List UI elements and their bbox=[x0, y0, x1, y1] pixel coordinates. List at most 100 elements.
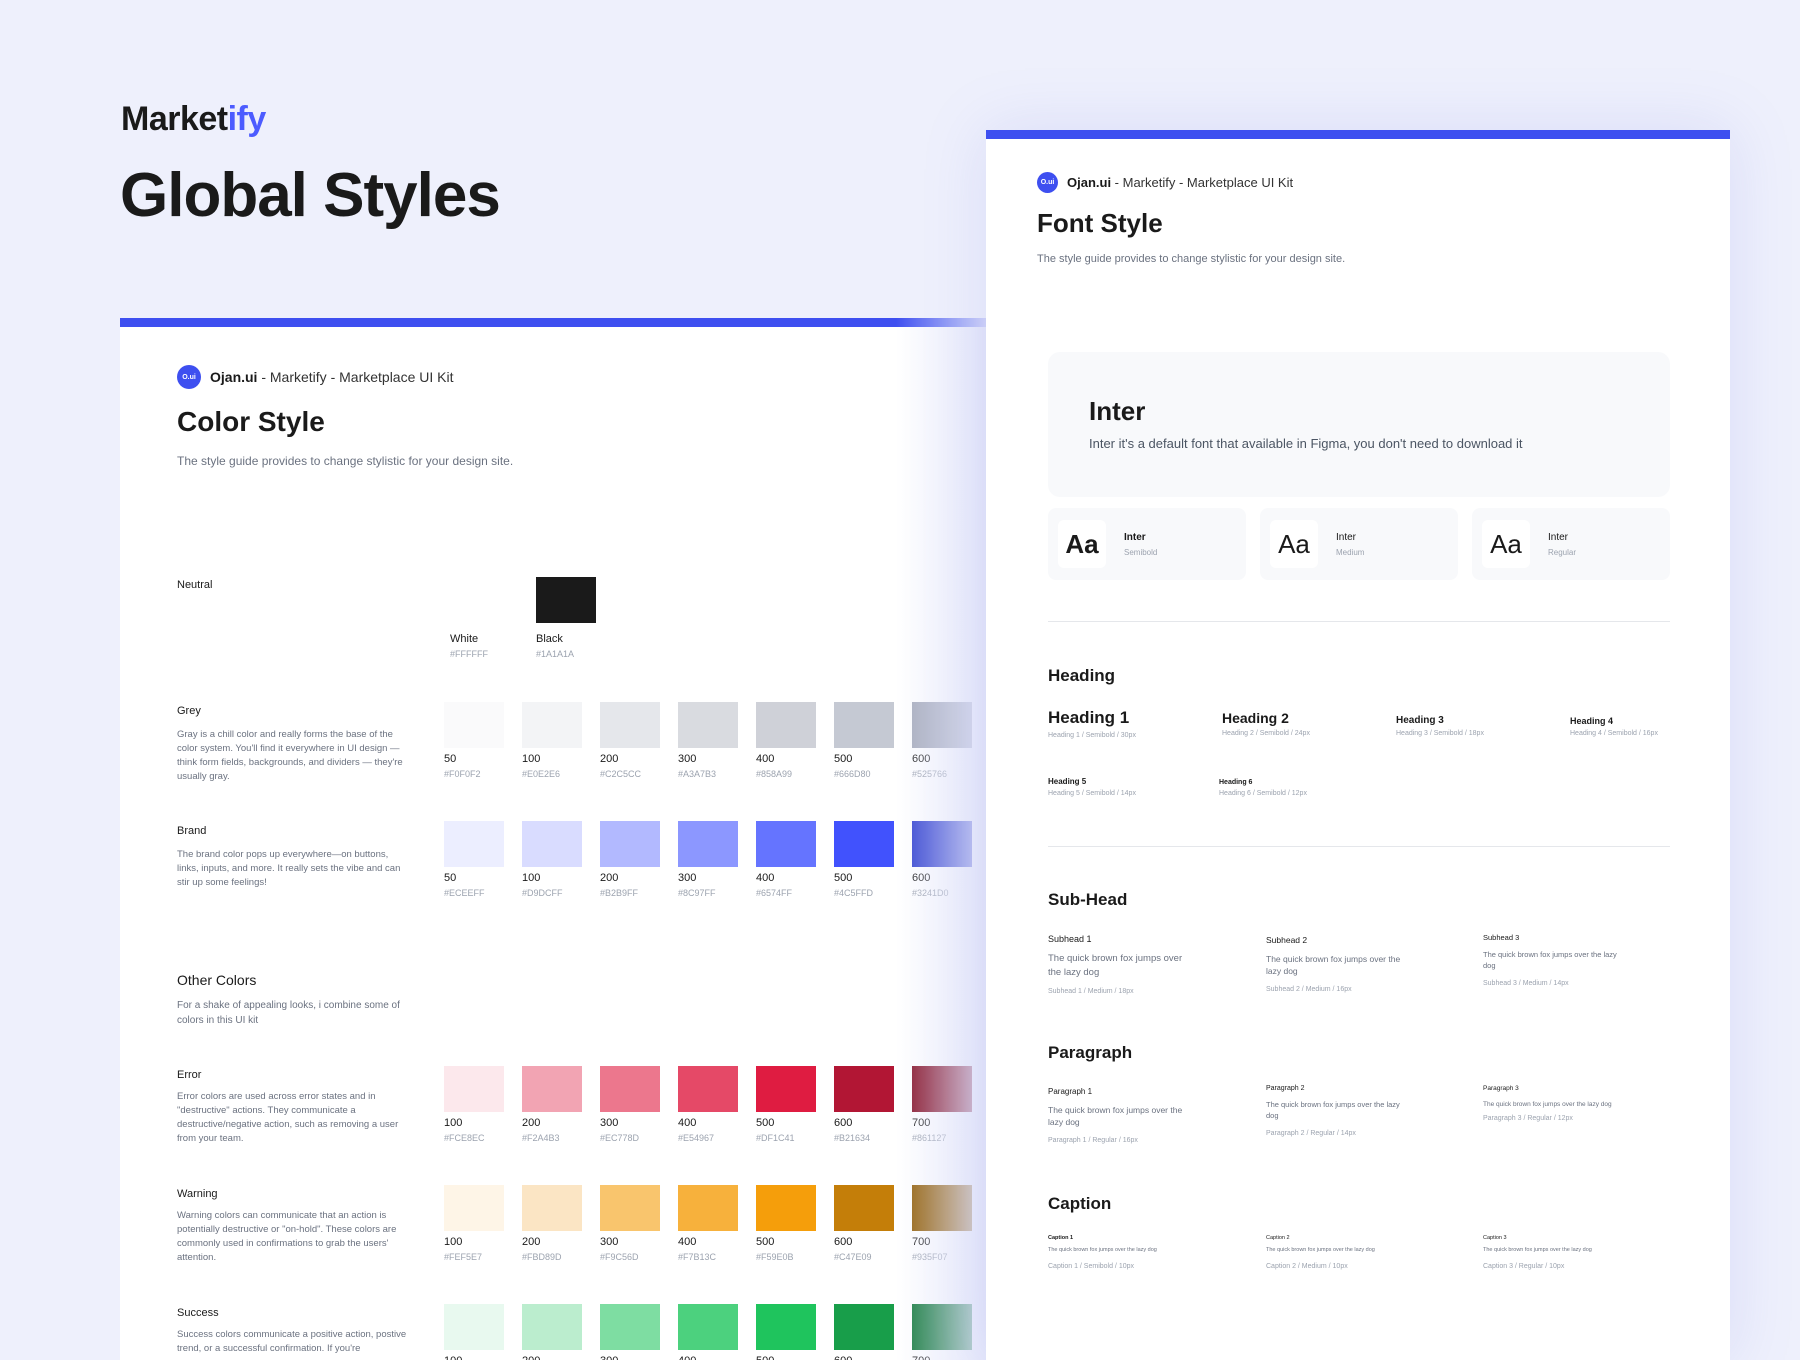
swatch[interactable]: 400 bbox=[678, 1304, 738, 1360]
paragraph-label: Paragraph 2 bbox=[1266, 1085, 1305, 1092]
swatch-chip bbox=[600, 1066, 660, 1112]
kit-header: O.ui Ojan.ui - Marketify - Marketplace U… bbox=[1037, 172, 1293, 193]
swatch-step: 500 bbox=[834, 872, 853, 884]
swatch[interactable]: 500 #4C5FFD bbox=[834, 821, 894, 898]
warning-swatches: 100 #FEF5E7 200 #FBD89D 300 #F9C56D 400 #F7B13C… bbox=[444, 1185, 972, 1262]
swatch[interactable]: 400 #858A99 bbox=[756, 702, 816, 779]
swatch[interactable]: 600 #C47E09 bbox=[834, 1185, 894, 1262]
weight-card-regular[interactable]: Aa Inter Regular bbox=[1472, 508, 1670, 580]
subhead-sample: The quick brown fox jumps over the lazy … bbox=[1266, 954, 1401, 977]
heading-sample: Heading 1 bbox=[1048, 708, 1130, 727]
weight-font-name: Inter bbox=[1548, 532, 1569, 543]
swatch[interactable]: 400 #E54967 bbox=[678, 1066, 738, 1143]
font-family-box: Inter Inter it's a default font that ava… bbox=[1048, 352, 1670, 497]
swatch-hex: #FFFFFF bbox=[450, 649, 488, 659]
swatch[interactable]: 300 #EC778D bbox=[600, 1066, 660, 1143]
subhead-3-style: Subhead 3 The quick brown fox jumps over… bbox=[1483, 933, 1618, 987]
swatch[interactable]: 300 #F9C56D bbox=[600, 1185, 660, 1262]
heading-meta: Heading 6 / Semibold / 12px bbox=[1219, 790, 1307, 797]
subhead-meta: Subhead 3 / Medium / 14px bbox=[1483, 979, 1569, 987]
swatch[interactable]: 700 #861127 bbox=[912, 1066, 972, 1143]
swatch-step: 50 bbox=[444, 872, 457, 884]
card-title: Font Style bbox=[1037, 208, 1163, 238]
swatch-chip bbox=[444, 821, 504, 867]
swatch-chip bbox=[536, 577, 596, 623]
swatch-step: 200 bbox=[600, 753, 619, 765]
swatch[interactable]: White #FFFFFF bbox=[450, 577, 510, 659]
heading-meta: Heading 3 / Semibold / 18px bbox=[1396, 730, 1484, 737]
swatch[interactable]: 400 #F7B13C bbox=[678, 1185, 738, 1262]
swatch[interactable]: 500 bbox=[756, 1304, 816, 1360]
swatch[interactable]: 300 #A3A7B3 bbox=[678, 702, 738, 779]
weight-type: Semibold bbox=[1124, 548, 1158, 557]
swatch-step: 700 bbox=[912, 1236, 931, 1248]
swatch[interactable]: 200 bbox=[522, 1304, 582, 1360]
swatch[interactable]: 300 bbox=[600, 1304, 660, 1360]
swatch-step: 100 bbox=[522, 753, 541, 765]
caption-label: Caption 2 bbox=[1266, 1235, 1290, 1241]
swatch-hex: #1A1A1A bbox=[536, 649, 575, 659]
swatch[interactable]: 50 #F0F0F2 bbox=[444, 702, 504, 779]
swatch[interactable]: 100 #E0E2E6 bbox=[522, 702, 582, 779]
kit-org: Ojan.ui bbox=[210, 369, 258, 385]
swatch[interactable]: 700 #935F07 bbox=[912, 1185, 972, 1262]
swatch-hex: #F9C56D bbox=[600, 1252, 639, 1262]
weight-font-name: Inter bbox=[1124, 532, 1146, 543]
swatch[interactable]: 100 #D9DCFF bbox=[522, 821, 582, 898]
heading-sample: Heading 3 bbox=[1396, 715, 1444, 726]
swatch[interactable]: 300 #8C97FF bbox=[678, 821, 738, 898]
swatch-step: 700 bbox=[912, 1355, 972, 1360]
swatch[interactable]: 600 bbox=[834, 1304, 894, 1360]
swatch-hex: #A3A7B3 bbox=[678, 769, 717, 779]
page-title: Global Styles bbox=[120, 161, 501, 230]
swatch[interactable]: 600 #B21634 bbox=[834, 1066, 894, 1143]
paragraph-meta: Paragraph 3 / Regular / 12px bbox=[1483, 1115, 1573, 1123]
swatch-step: White bbox=[450, 633, 479, 645]
swatch[interactable]: 700 bbox=[912, 1304, 972, 1360]
aa-sample: Aa bbox=[1058, 520, 1106, 568]
swatch-step: 400 bbox=[678, 1355, 738, 1360]
swatch-step: 300 bbox=[600, 1236, 619, 1248]
kit-name: - Marketify - Marketplace UI Kit bbox=[1111, 175, 1294, 190]
swatch-step: 500 bbox=[756, 1236, 775, 1248]
heading-5-style: Heading 5 Heading 5 / Semibold / 14px bbox=[1048, 777, 1136, 797]
heading-sample: Heading 6 bbox=[1219, 779, 1253, 786]
swatch-chip bbox=[600, 1304, 660, 1350]
swatch-chip bbox=[600, 821, 660, 867]
error-swatches: 100 #FCE8EC 200 #F2A4B3 300 #EC778D 400 #E54967… bbox=[444, 1066, 972, 1143]
aa-sample: Aa bbox=[1482, 520, 1530, 568]
swatch[interactable]: 100 #FEF5E7 bbox=[444, 1185, 504, 1262]
weight-card-medium[interactable]: Aa Inter Medium bbox=[1260, 508, 1458, 580]
swatch-chip bbox=[756, 702, 816, 748]
swatch[interactable]: 200 #F2A4B3 bbox=[522, 1066, 582, 1143]
swatch-chip bbox=[522, 1304, 582, 1350]
swatch-chip bbox=[522, 821, 582, 867]
weight-card-semibold[interactable]: Aa Inter Semibold bbox=[1048, 508, 1246, 580]
swatch[interactable]: 100 bbox=[444, 1304, 504, 1360]
swatch[interactable]: 400 #6574FF bbox=[756, 821, 816, 898]
swatch-step: 600 bbox=[912, 872, 931, 884]
caption-label: Caption 1 bbox=[1048, 1235, 1074, 1241]
swatch[interactable]: 50 #ECEEFF bbox=[444, 821, 504, 898]
swatch[interactable]: 500 #F59E0B bbox=[756, 1185, 816, 1262]
swatch-chip bbox=[678, 821, 738, 867]
swatch-step: 400 bbox=[678, 1236, 697, 1248]
swatch-chip bbox=[522, 702, 582, 748]
swatch[interactable]: 600 #3241D0 bbox=[912, 821, 972, 898]
heading-sample: Heading 2 bbox=[1222, 710, 1289, 726]
swatch[interactable]: 200 #C2C5CC bbox=[600, 702, 660, 779]
swatch[interactable]: 100 #FCE8EC bbox=[444, 1066, 504, 1143]
swatch[interactable]: 200 #B2B9FF bbox=[600, 821, 660, 898]
swatch-hex: #F59E0B bbox=[756, 1252, 794, 1262]
color-style-card: O.ui Ojan.ui - Marketify - Marketplace U… bbox=[120, 318, 986, 1360]
swatch[interactable]: 600 #525766 bbox=[912, 702, 972, 779]
swatch[interactable]: 200 #FBD89D bbox=[522, 1185, 582, 1262]
swatch-chip bbox=[834, 1304, 894, 1350]
success-swatches: 100 200 300 400 500 600 700 bbox=[444, 1304, 972, 1360]
swatch-chip bbox=[444, 1066, 504, 1112]
swatch[interactable]: Black #1A1A1A bbox=[536, 577, 596, 659]
swatch-chip bbox=[756, 1066, 816, 1112]
swatch[interactable]: 500 #666D80 bbox=[834, 702, 894, 779]
swatch[interactable]: 500 #DF1C41 bbox=[756, 1066, 816, 1143]
swatch-hex: #B2B9FF bbox=[600, 888, 639, 898]
